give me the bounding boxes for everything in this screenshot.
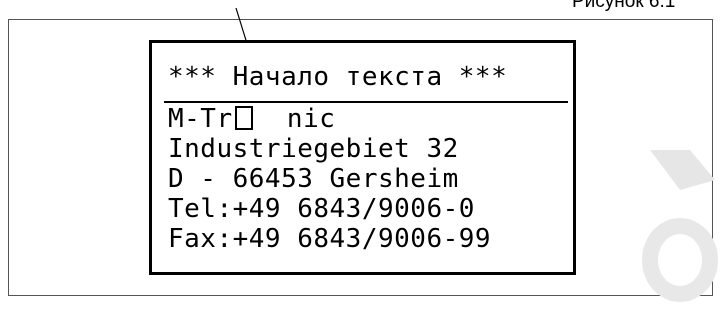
lcd-phone-line: Tel:+49 6843/9006-0 [168, 194, 475, 224]
lcd-fax-line: Fax:+49 6843/9006-99 [168, 224, 492, 254]
text-cursor [234, 106, 253, 130]
lcd-address-line: Industriegebiet 32 [168, 134, 459, 164]
lcd-display: *** Начало текста *** M-Tr nic Industrie… [149, 40, 576, 275]
company-suffix: nic [254, 104, 336, 134]
figure-caption: Рисунок 6.1 [572, 0, 676, 12]
lcd-company-line: M-Tr nic [168, 105, 335, 133]
lcd-text-area: *** Начало текста *** M-Tr nic Industrie… [160, 62, 568, 260]
lcd-header-line: *** Начало текста *** [168, 62, 508, 92]
header-divider [164, 101, 568, 103]
company-prefix: M-Tr [168, 104, 233, 134]
lcd-city-line: D - 66453 Gersheim [168, 164, 459, 194]
